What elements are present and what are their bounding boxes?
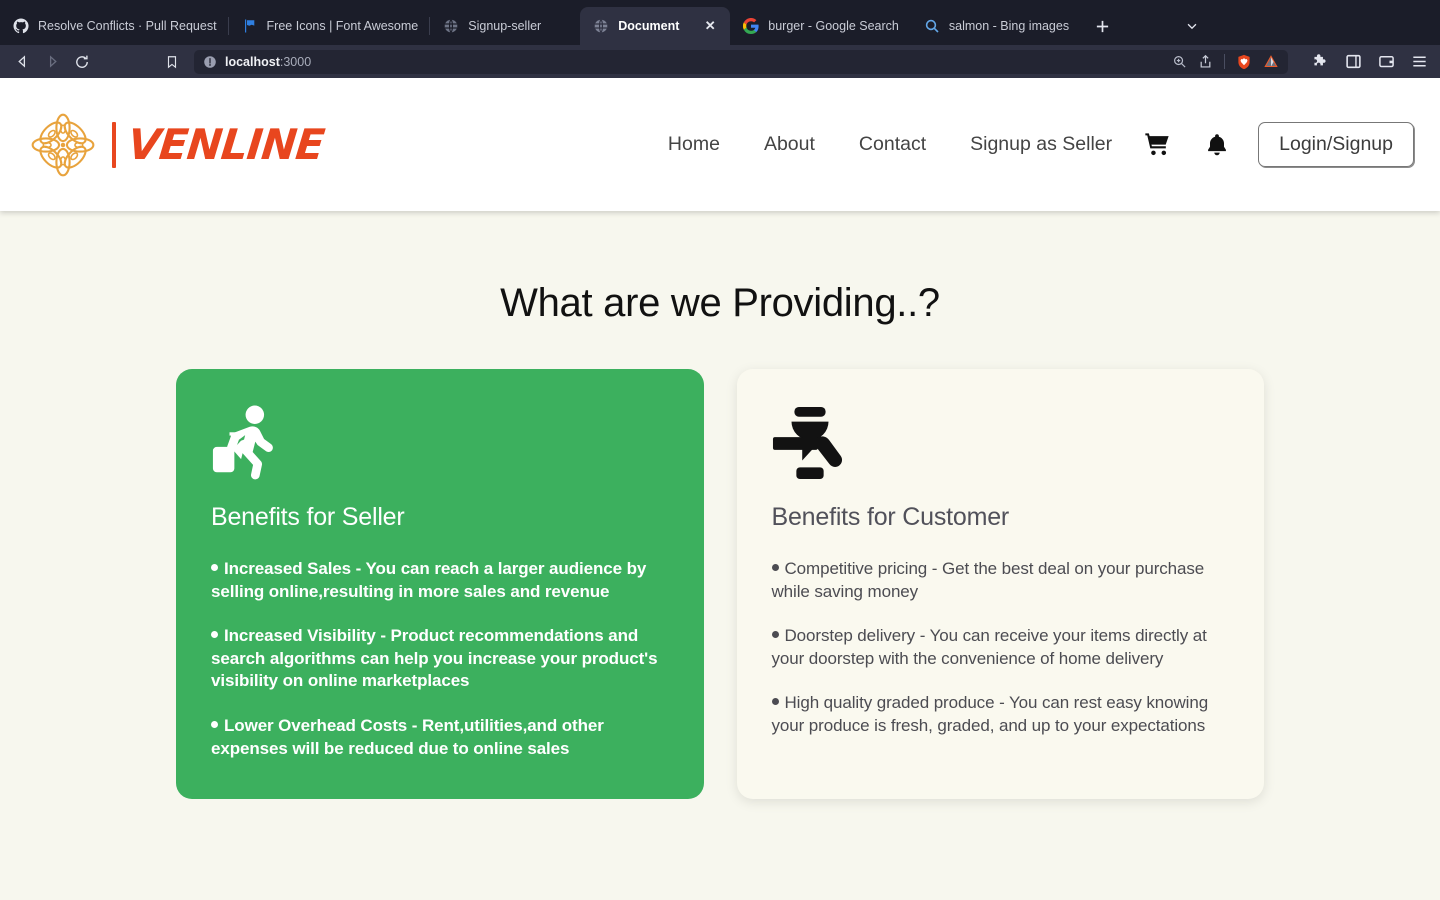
toolbar-right-actions [1312,53,1432,70]
bullet-dot-icon [771,631,779,639]
fontawesome-flag-icon [244,19,254,33]
bullet-text: Doorstep delivery - You can receive your… [771,626,1207,668]
url-port: :3000 [279,54,312,69]
tabstrip-actions [1087,7,1207,45]
reload-button[interactable] [68,49,96,75]
login-signup-button[interactable]: Login/Signup [1258,122,1414,167]
site-navigation: Home About Contact Signup as Seller Logi… [646,122,1414,167]
browser-tab-strip: Resolve Conflicts · Pull Request Free Ic… [0,0,1440,45]
card-bullet-list: Competitive pricing - Get the best deal … [771,558,1231,738]
bullet-text: Competitive pricing - Get the best deal … [771,559,1205,601]
benefits-for-seller-card: Benefits for Seller Increased Sales - Yo… [176,369,704,799]
benefits-for-customer-card: Benefits for Customer Competitive pricin… [736,369,1264,799]
url-host: localhost [225,54,280,69]
person-walking-with-luggage-icon [211,403,670,481]
github-icon [13,18,29,34]
globe-icon [444,19,458,33]
page-title: What are we Providing..? [500,281,940,325]
card-title: Benefits for Customer [771,503,1010,531]
list-item: Increased Sales - You can reach a larger… [211,558,670,603]
browser-tab-title: Resolve Conflicts · Pull Request [38,19,217,33]
zoom-icon[interactable] [1172,54,1187,69]
browser-tab-3-active[interactable]: Document ✕ [580,7,731,45]
browser-tab-4[interactable]: burger - Google Search [730,7,911,45]
logo-wordmark: VENLINE [125,119,327,169]
bullet-dot-icon [211,721,218,729]
tab-list-chevron-down-icon[interactable] [1177,11,1207,41]
person-traffic-officer-pointing-icon [772,403,1231,481]
flower-mandala-icon [31,113,95,176]
list-item: Competitive pricing - Get the best deal … [771,558,1231,603]
brave-rewards-icon[interactable] [1263,54,1279,70]
bullet-dot-icon [771,698,779,706]
bullet-text: Increased Visibility - Product recommend… [211,626,658,691]
browser-tab-1[interactable]: Free Icons | Font Awesome [229,7,431,45]
bullet-text: High quality graded produce - You can re… [771,693,1209,736]
site-info-icon[interactable] [203,55,217,69]
google-icon [743,18,759,34]
nav-item-about[interactable]: About [742,133,837,156]
browser-tab-title: burger - Google Search [768,19,899,33]
hamburger-menu-icon[interactable] [1411,53,1428,70]
bullet-text: Increased Sales - You can reach a larger… [211,559,647,601]
bullet-dot-icon [211,564,218,572]
card-title: Benefits for Seller [211,503,405,531]
list-item: Doorstep delivery - You can receive your… [771,625,1231,670]
globe-icon [594,19,608,33]
sidebar-icon[interactable] [1345,53,1362,70]
benefits-card-group: Benefits for Seller Increased Sales - Yo… [0,369,1440,799]
forward-button [38,49,66,75]
bookmark-icon[interactable] [158,49,186,75]
wallet-icon[interactable] [1378,53,1395,70]
nav-item-contact[interactable]: Contact [837,133,948,156]
browser-tab-title: salmon - Bing images [948,19,1070,33]
card-bullet-list: Increased Sales - You can reach a larger… [211,558,670,760]
logo-divider [112,121,116,168]
browser-toolbar: localhost:3000 [0,45,1440,78]
browser-tab-5[interactable]: salmon - Bing images [911,7,1081,45]
toolbar-divider [1224,54,1225,69]
extensions-icon[interactable] [1312,53,1329,70]
url-actions [1172,54,1279,70]
site-header: VENLINE Home About Contact Signup as Sel… [0,78,1440,211]
tab-close-icon[interactable]: ✕ [702,18,718,34]
browser-tab-title: Document [618,19,680,33]
back-button[interactable] [8,49,36,75]
browser-window: Resolve Conflicts · Pull Request Free Ic… [0,0,1440,900]
page-main-content: What are we Providing..? Benefits for Se… [0,211,1440,799]
share-icon[interactable] [1198,54,1213,69]
bullet-dot-icon [771,564,779,572]
nav-item-home[interactable]: Home [646,133,742,156]
search-icon [925,19,939,33]
browser-tab-2[interactable]: Signup-seller [430,7,580,45]
address-bar[interactable]: localhost:3000 [194,49,1288,74]
list-item: Lower Overhead Costs - Rent,utilities,an… [211,715,670,760]
browser-tab-0[interactable]: Resolve Conflicts · Pull Request [0,7,229,45]
list-item: High quality graded produce - You can re… [771,692,1231,737]
shopping-cart-icon[interactable] [1134,131,1180,158]
new-tab-button[interactable] [1087,11,1117,41]
bullet-dot-icon [211,631,218,639]
bullet-text: Lower Overhead Costs - Rent,utilities,an… [211,716,604,758]
site-logo[interactable]: VENLINE [30,112,327,178]
url-text: localhost:3000 [225,55,311,69]
nav-item-signup-as-seller[interactable]: Signup as Seller [948,133,1134,156]
browser-tab-title: Signup-seller [468,19,542,33]
browser-tab-title: Free Icons | Font Awesome [266,19,419,33]
list-item: Increased Visibility - Product recommend… [211,625,670,693]
page-viewport: VENLINE Home About Contact Signup as Sel… [0,78,1440,900]
notification-bell-icon[interactable] [1194,133,1240,157]
brave-shields-icon[interactable] [1236,54,1252,70]
